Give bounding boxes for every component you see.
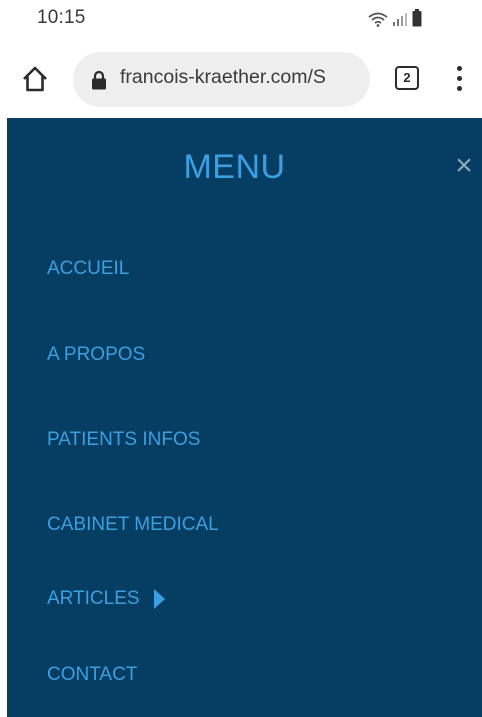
menu-item-label: PATIENTS INFOS xyxy=(47,429,201,450)
menu-item-patients-infos[interactable]: PATIENTS INFOS xyxy=(47,429,200,451)
menu-item-articles[interactable]: ARTICLES xyxy=(47,588,165,610)
browser-toolbar: francois-kraether.com/S 2 xyxy=(0,36,482,118)
close-icon[interactable]: × xyxy=(452,151,476,181)
tabs-button[interactable]: 2 xyxy=(395,66,419,90)
home-icon[interactable] xyxy=(20,64,50,94)
address-bar[interactable]: francois-kraether.com/S xyxy=(73,52,370,107)
menu-item-cabinet-medical[interactable]: CABINET MEDICAL xyxy=(47,514,219,536)
status-time: 10:15 xyxy=(37,7,86,28)
menu-item-label: ACCUEIL xyxy=(47,258,130,279)
status-icons xyxy=(368,9,422,27)
lock-icon xyxy=(92,70,106,90)
caret-right-icon[interactable] xyxy=(153,589,165,609)
menu-item-contact[interactable]: CONTACT xyxy=(47,664,137,686)
menu-item-label: CONTACT xyxy=(47,664,138,685)
nav-menu-panel: MENU × ACCUEIL A PROPOS PATIENTS INFOS C… xyxy=(7,118,482,717)
menu-item-label: CABINET MEDICAL xyxy=(47,514,219,535)
menu-title: MENU xyxy=(183,148,286,186)
menu-item-accueil[interactable]: ACCUEIL xyxy=(47,258,129,280)
battery-icon xyxy=(412,9,422,27)
wifi-icon xyxy=(368,12,388,27)
signal-icon xyxy=(393,13,407,26)
url-text[interactable]: francois-kraether.com/S xyxy=(120,66,360,89)
menu-item-a-propos[interactable]: A PROPOS xyxy=(47,344,145,366)
more-vert-icon[interactable] xyxy=(450,64,470,94)
menu-item-label: A PROPOS xyxy=(47,344,146,365)
status-bar: 10:15 xyxy=(0,0,482,36)
menu-item-label: ARTICLES xyxy=(47,588,140,609)
